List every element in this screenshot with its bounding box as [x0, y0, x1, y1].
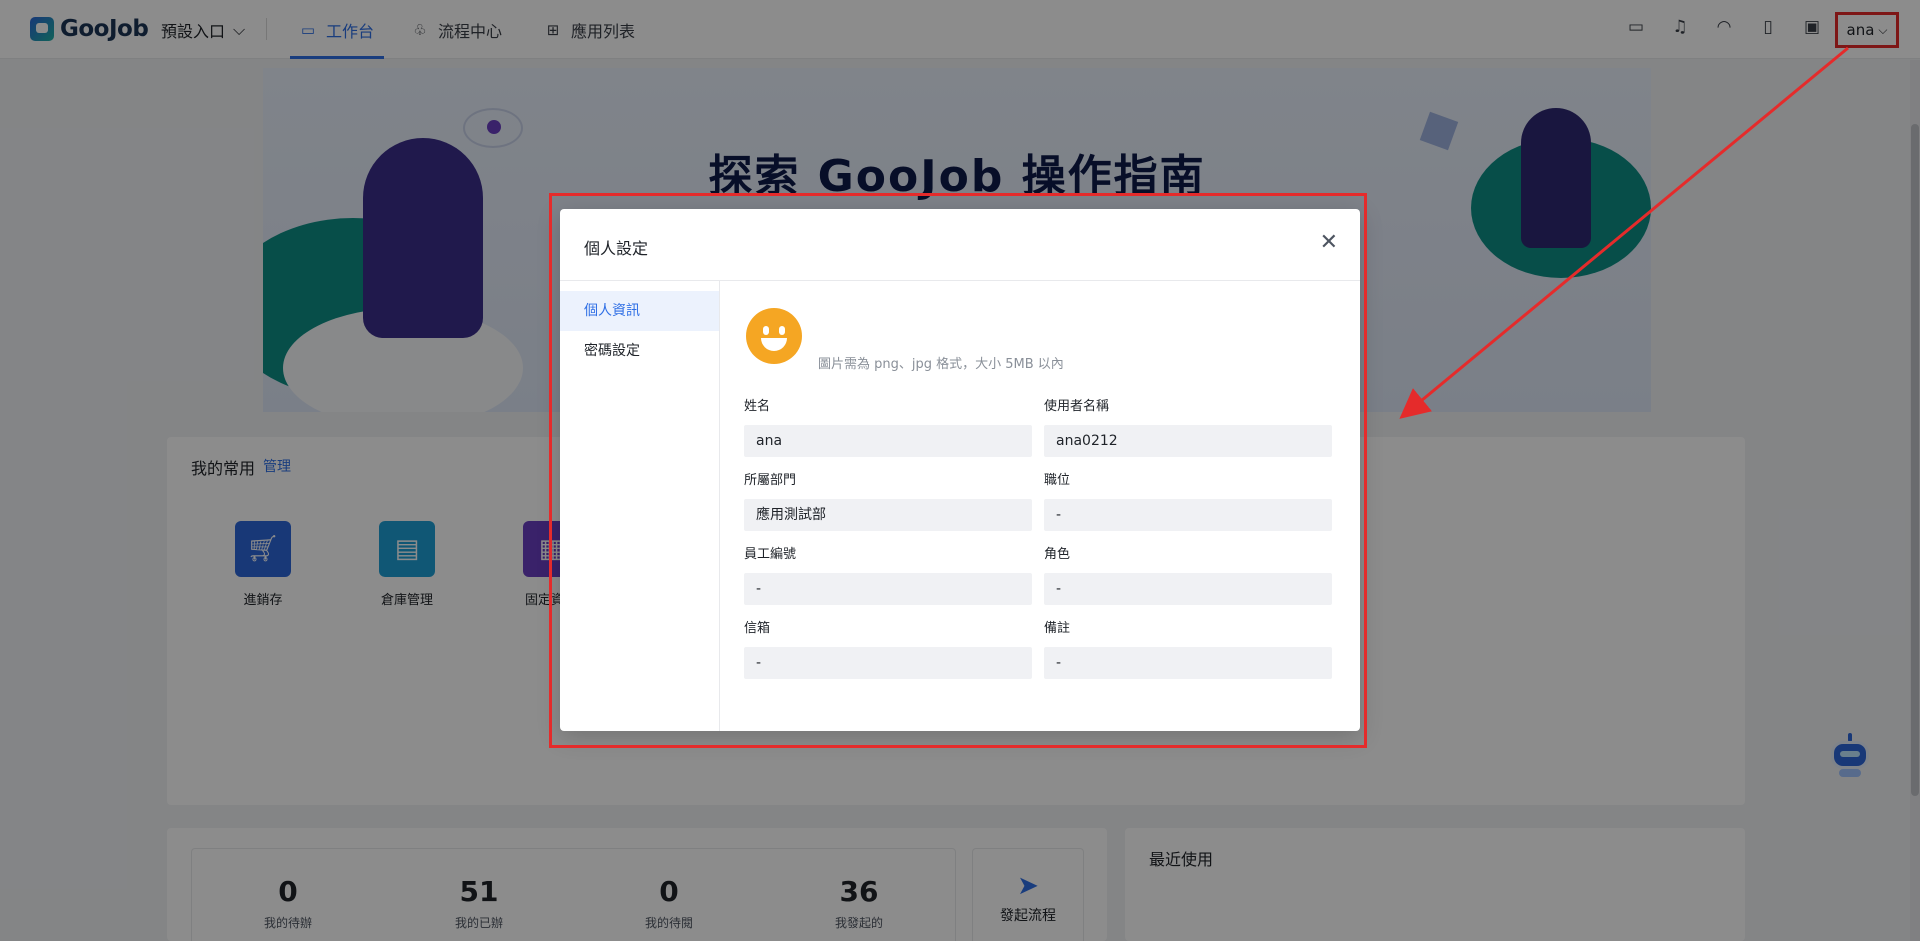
annotation-highlight-box — [549, 193, 1367, 748]
